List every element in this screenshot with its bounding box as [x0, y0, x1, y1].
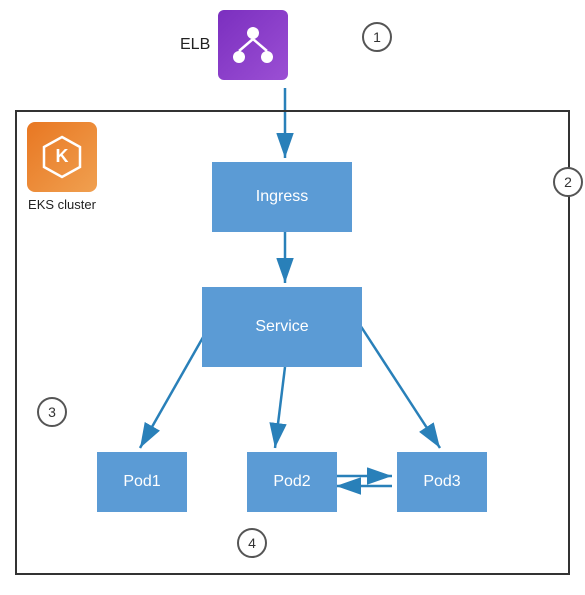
pod2-box: Pod2: [247, 452, 337, 512]
elb-label: ELB: [180, 36, 210, 54]
ingress-label: Ingress: [256, 188, 308, 206]
service-label: Service: [255, 318, 308, 336]
eks-icon-area: K EKS cluster: [27, 122, 97, 212]
elb-area: ELB: [180, 10, 288, 80]
pod3-label: Pod3: [423, 473, 460, 491]
badge-2: 2: [553, 167, 583, 197]
svg-text:K: K: [56, 146, 69, 166]
pod1-box: Pod1: [97, 452, 187, 512]
badge-1: 1: [362, 22, 392, 52]
eks-cluster-box: K EKS cluster 2 3 4 Ingress Service Pod1…: [15, 110, 570, 575]
badge-4: 4: [237, 528, 267, 558]
elb-icon: [218, 10, 288, 80]
pod2-label: Pod2: [273, 473, 310, 491]
diagram-container: ELB 1 K EKS cluster: [0, 0, 585, 595]
service-box: Service: [202, 287, 362, 367]
eks-label: EKS cluster: [28, 197, 96, 212]
pod1-label: Pod1: [123, 473, 160, 491]
pod3-box: Pod3: [397, 452, 487, 512]
ingress-box: Ingress: [212, 162, 352, 232]
eks-icon: K: [27, 122, 97, 192]
badge-3: 3: [37, 397, 67, 427]
